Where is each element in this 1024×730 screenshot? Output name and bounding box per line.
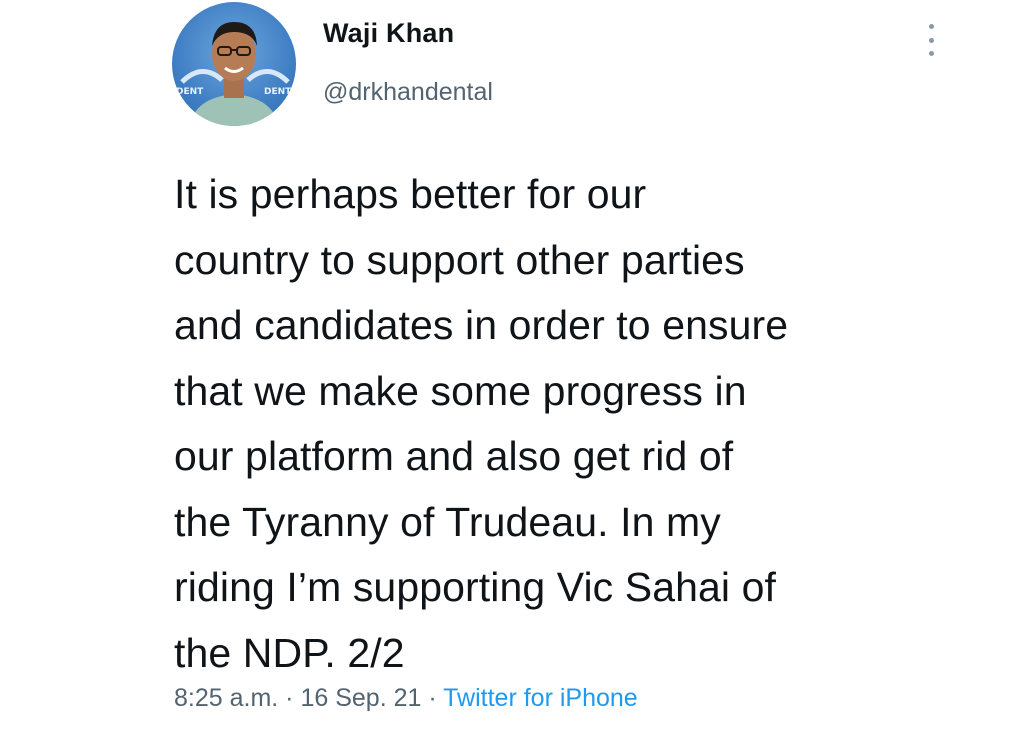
svg-text:DENT: DENT: [176, 87, 204, 97]
svg-text:DENT: DENT: [264, 87, 292, 97]
tweet: DENT DENT Waji Khan @drkhandental It is …: [0, 0, 1024, 730]
tweet-text-line: riding I’m supporting Vic Sahai of: [174, 564, 777, 610]
tweet-text-line: that we make some progress in: [174, 367, 747, 414]
more-dot: [928, 51, 934, 56]
tweet-text-line: and candidates in order to ensure: [174, 302, 789, 348]
tweet-text-line: country to support other parties: [174, 236, 745, 283]
author-name[interactable]: Waji Khan: [323, 18, 454, 49]
tweet-time[interactable]: 8:25 a.m.: [174, 684, 278, 712]
more-dot: [928, 24, 934, 29]
more-vertical-icon[interactable]: [921, 24, 941, 56]
meta-separator: ·: [278, 684, 301, 712]
author-handle[interactable]: @drkhandental: [323, 78, 493, 107]
avatar[interactable]: DENT DENT: [172, 2, 296, 126]
tweet-date[interactable]: 16 Sep. 21: [300, 684, 421, 712]
tweet-text-line: our platform and also get rid of: [174, 433, 734, 479]
avatar-photo: DENT DENT: [176, 22, 292, 126]
tweet-text-line: the Tyranny of Trudeau. In my: [174, 498, 721, 545]
tweet-text-line: It is perhaps better for our: [174, 171, 647, 217]
more-dot: [928, 37, 934, 43]
tweet-meta: 8:25 a.m. · 16 Sep. 21 · Twitter for iPh…: [174, 684, 638, 713]
tweet-source-link[interactable]: Twitter for iPhone: [443, 684, 638, 712]
meta-separator: ·: [421, 684, 444, 712]
tweet-text: It is perhaps better for our country to …: [174, 162, 974, 686]
tweet-text-line: the NDP. 2/2: [174, 629, 405, 676]
